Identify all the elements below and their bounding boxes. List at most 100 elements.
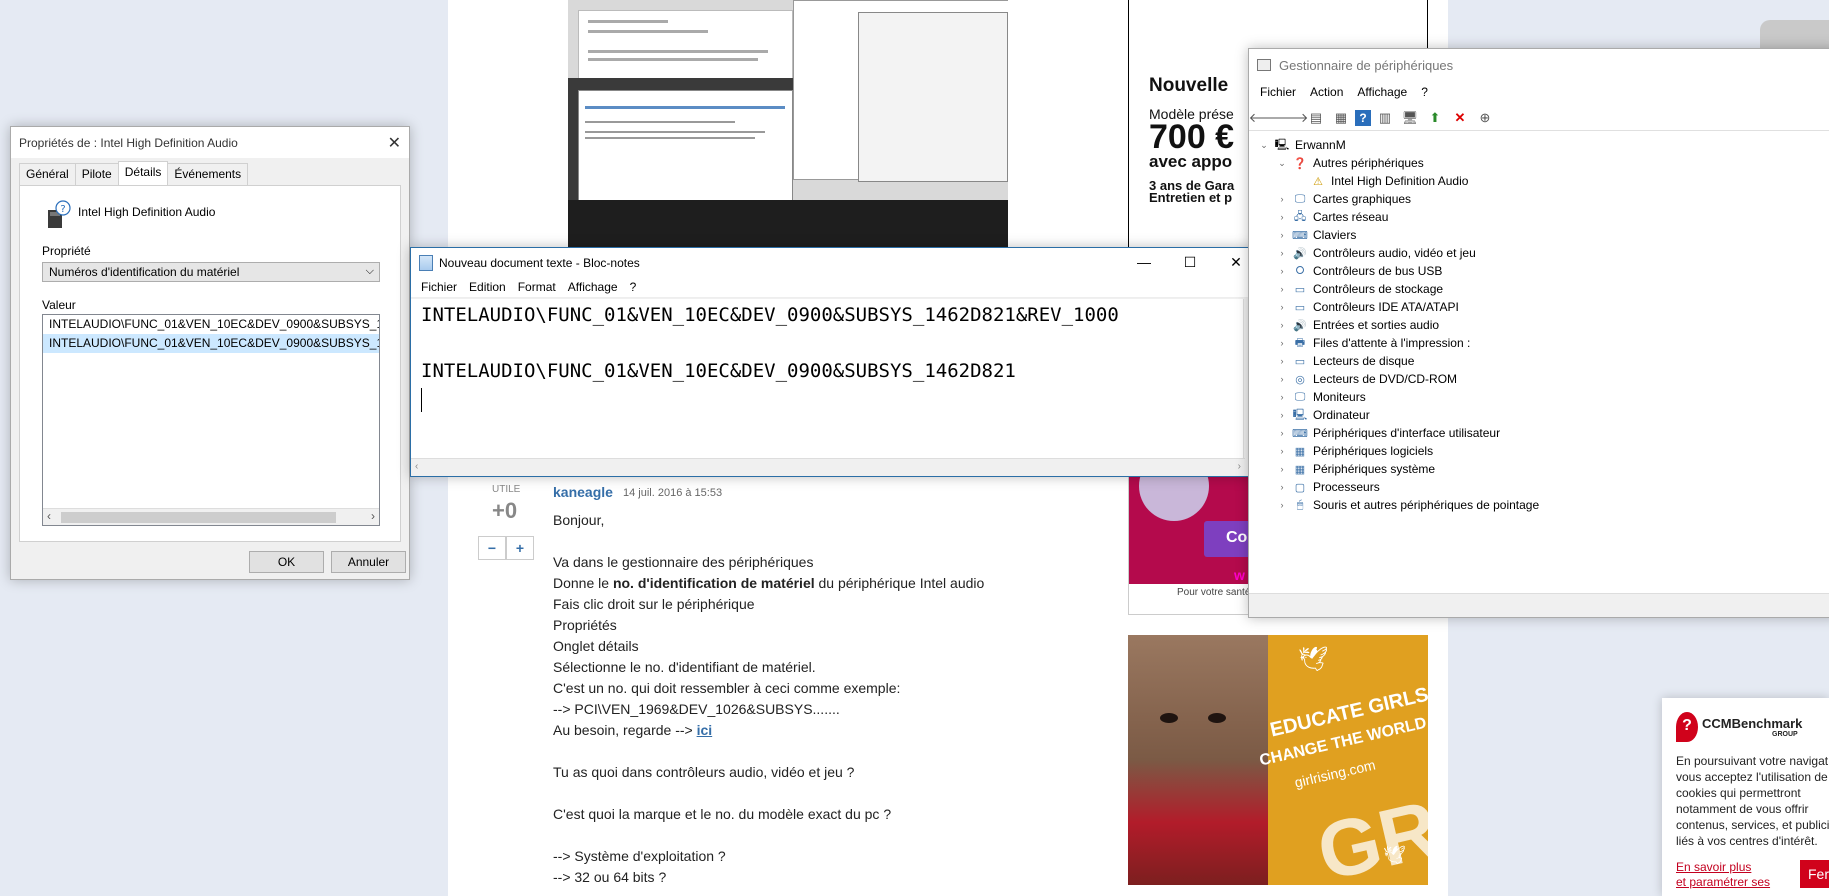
update-driver-icon[interactable]: ⬆ <box>1424 107 1446 129</box>
ici-link[interactable]: ici <box>697 722 713 738</box>
chevron-right-icon[interactable]: › <box>1275 284 1289 294</box>
tree-item-category[interactable]: › 🔊 Contrôleurs audio, vidéo et jeu <box>1249 244 1829 262</box>
tree-item-intel-audio[interactable]: ⚠ Intel High Definition Audio <box>1249 172 1829 190</box>
tree-item-category[interactable]: › 🖧 Cartes réseau <box>1249 208 1829 226</box>
chevron-right-icon[interactable]: › <box>1275 302 1289 312</box>
tree-item-category[interactable]: › 🖳 Ordinateur <box>1249 406 1829 424</box>
device-manager-titlebar[interactable]: Gestionnaire de périphériques <box>1249 49 1829 81</box>
tree-item-category[interactable]: › ▦ Périphériques logiciels <box>1249 442 1829 460</box>
device-name: Intel High Definition Audio <box>78 205 216 219</box>
chevron-right-icon[interactable]: › <box>1275 410 1289 420</box>
cookie-close-button[interactable]: Fer <box>1800 860 1829 888</box>
tree-item-category[interactable]: › 🔊 Entrées et sorties audio <box>1249 316 1829 334</box>
tree-item-category[interactable]: › ▢ Processeurs <box>1249 478 1829 496</box>
chevron-right-icon[interactable]: › <box>1275 248 1289 258</box>
chevron-right-icon[interactable]: › <box>1275 500 1289 510</box>
download-icon[interactable]: ⊕ <box>1474 107 1496 129</box>
comment-author-link[interactable]: kaneagle <box>553 484 613 500</box>
property-select[interactable]: Numéros d'identification du matériel ⌵ <box>42 262 380 282</box>
menu-edition[interactable]: Edition <box>463 278 512 297</box>
tree-item-category[interactable]: › ⭘ Contrôleurs de bus USB <box>1249 262 1829 280</box>
tree-item-category[interactable]: › ▭ Contrôleurs IDE ATA/ATAPI <box>1249 298 1829 316</box>
chevron-right-icon[interactable]: › <box>1275 446 1289 456</box>
ad-banner-educate-girls[interactable]: 🕊 EDUCATE GIRLS CHANGE THE WORLD girlris… <box>1128 635 1428 885</box>
device-tree[interactable]: ⌄ 🖳 ErwannM ⌄ ❓ Autres périphériques ⚠ I… <box>1249 132 1829 592</box>
tree-item-category[interactable]: › ⌨ Périphériques d'interface utilisateur <box>1249 424 1829 442</box>
menu-action[interactable]: Action <box>1303 81 1350 105</box>
tree-item-category[interactable]: › ⌨ Claviers <box>1249 226 1829 244</box>
chevron-right-icon[interactable]: › <box>1275 230 1289 240</box>
tab-details[interactable]: Détails <box>117 161 169 185</box>
scroll-left-icon[interactable]: ‹ <box>415 461 418 472</box>
tab-events[interactable]: Événements <box>167 163 249 185</box>
vote-up-button[interactable]: + <box>506 536 534 560</box>
notepad-titlebar[interactable]: Nouveau document texte - Bloc-notes — ☐ … <box>411 248 1259 278</box>
scroll-thumb[interactable] <box>61 512 336 523</box>
notepad-text-area[interactable]: INTELAUDIO\FUNC_01&VEN_10EC&DEV_0900&SUB… <box>411 299 1245 458</box>
resources-view-icon[interactable]: ▥ <box>1374 107 1396 129</box>
tree-item-category[interactable]: › 🖶 Files d'attente à l'impression : <box>1249 334 1829 352</box>
tree-item-category[interactable]: › ▦ Périphériques système <box>1249 460 1829 478</box>
list-view-icon[interactable]: ▦ <box>1330 107 1352 129</box>
chevron-down-icon[interactable]: ⌄ <box>1275 158 1289 169</box>
tree-item-label: Processeurs <box>1313 480 1380 494</box>
tree-item-category[interactable]: › 🖵 Cartes graphiques <box>1249 190 1829 208</box>
tree-item-category[interactable]: › ◎ Lecteurs de DVD/CD-ROM <box>1249 370 1829 388</box>
minimize-icon[interactable]: — <box>1121 248 1167 278</box>
cookie-settings-link[interactable]: En savoir plus et paramétrer ses <box>1676 860 1770 890</box>
scroll-right-icon[interactable]: › <box>371 509 375 523</box>
ok-button[interactable]: OK <box>249 551 324 573</box>
horizontal-scrollbar[interactable]: ‹ › <box>411 458 1245 476</box>
properties-view-icon[interactable]: ▤ <box>1305 107 1327 129</box>
ccm-logo: ? <box>1676 712 1698 742</box>
chevron-right-icon[interactable]: › <box>1275 266 1289 276</box>
tree-item-other-devices[interactable]: ⌄ ❓ Autres périphériques <box>1249 154 1829 172</box>
tree-item-category[interactable]: › ▭ Lecteurs de disque <box>1249 352 1829 370</box>
tree-root[interactable]: ⌄ 🖳 ErwannM <box>1249 136 1829 154</box>
chevron-right-icon[interactable]: › <box>1275 392 1289 402</box>
menu-help[interactable]: ? <box>1414 81 1435 105</box>
horizontal-scrollbar[interactable]: ‹ › <box>43 508 379 525</box>
chevron-right-icon[interactable]: › <box>1275 356 1289 366</box>
tree-item-category[interactable]: › 🖱 Souris et autres périphériques de poin… <box>1249 496 1829 514</box>
tab-driver[interactable]: Pilote <box>74 163 119 185</box>
uninstall-icon[interactable]: ✕ <box>1449 107 1471 129</box>
maximize-icon[interactable]: ☐ <box>1167 248 1213 278</box>
chevron-down-icon[interactable]: ⌄ <box>1257 140 1271 151</box>
ad-image <box>1139 471 1209 521</box>
help-icon[interactable]: ? <box>1355 109 1371 126</box>
cancel-button[interactable]: Annuler <box>331 551 406 573</box>
tree-item-category[interactable]: › ▭ Contrôleurs de stockage <box>1249 280 1829 298</box>
device-category-icon: ▭ <box>1294 283 1306 296</box>
menu-format[interactable]: Format <box>512 278 562 297</box>
menu-affichage[interactable]: Affichage <box>1350 81 1414 105</box>
menu-help[interactable]: ? <box>624 278 643 297</box>
close-icon[interactable]: ✕ <box>388 133 401 153</box>
menu-fichier[interactable]: Fichier <box>1253 81 1303 105</box>
chevron-right-icon[interactable]: › <box>1275 464 1289 474</box>
forward-arrow-icon[interactable]: 🡒 <box>1274 107 1309 129</box>
tree-item-label: Lecteurs de disque <box>1313 354 1415 368</box>
device-category-icon: ⌨ <box>1292 427 1308 440</box>
chevron-right-icon[interactable]: › <box>1275 374 1289 384</box>
device-category-icon: ⭘ <box>1295 264 1305 277</box>
list-item[interactable]: INTELAUDIO\FUNC_01&VEN_10EC&DEV_0900&SUB… <box>43 334 379 353</box>
chevron-right-icon[interactable]: › <box>1275 194 1289 204</box>
chevron-right-icon[interactable]: › <box>1275 320 1289 330</box>
scroll-right-icon[interactable]: › <box>1238 461 1241 472</box>
scroll-left-icon[interactable]: ‹ <box>47 509 51 523</box>
chevron-right-icon[interactable]: › <box>1275 482 1289 492</box>
vote-down-button[interactable]: − <box>478 536 506 560</box>
tree-item-category[interactable]: › 🖵 Moniteurs <box>1249 388 1829 406</box>
chevron-right-icon[interactable]: › <box>1275 212 1289 222</box>
chevron-right-icon[interactable]: › <box>1275 338 1289 348</box>
menu-fichier[interactable]: Fichier <box>415 278 463 297</box>
menu-affichage[interactable]: Affichage <box>562 278 624 297</box>
value-list[interactable]: INTELAUDIO\FUNC_01&VEN_10EC&DEV_0900&SUB… <box>42 314 380 526</box>
tab-general[interactable]: Général <box>19 163 76 185</box>
properties-titlebar[interactable]: Propriétés de : Intel High Definition Au… <box>11 127 409 158</box>
list-item[interactable]: INTELAUDIO\FUNC_01&VEN_10EC&DEV_0900&SUB… <box>43 315 379 334</box>
chevron-right-icon[interactable]: › <box>1275 428 1289 438</box>
scan-hardware-icon[interactable]: 🖥 <box>1399 107 1421 129</box>
comment-line: C'est quoi la marque et le no. du modèle… <box>553 806 892 822</box>
